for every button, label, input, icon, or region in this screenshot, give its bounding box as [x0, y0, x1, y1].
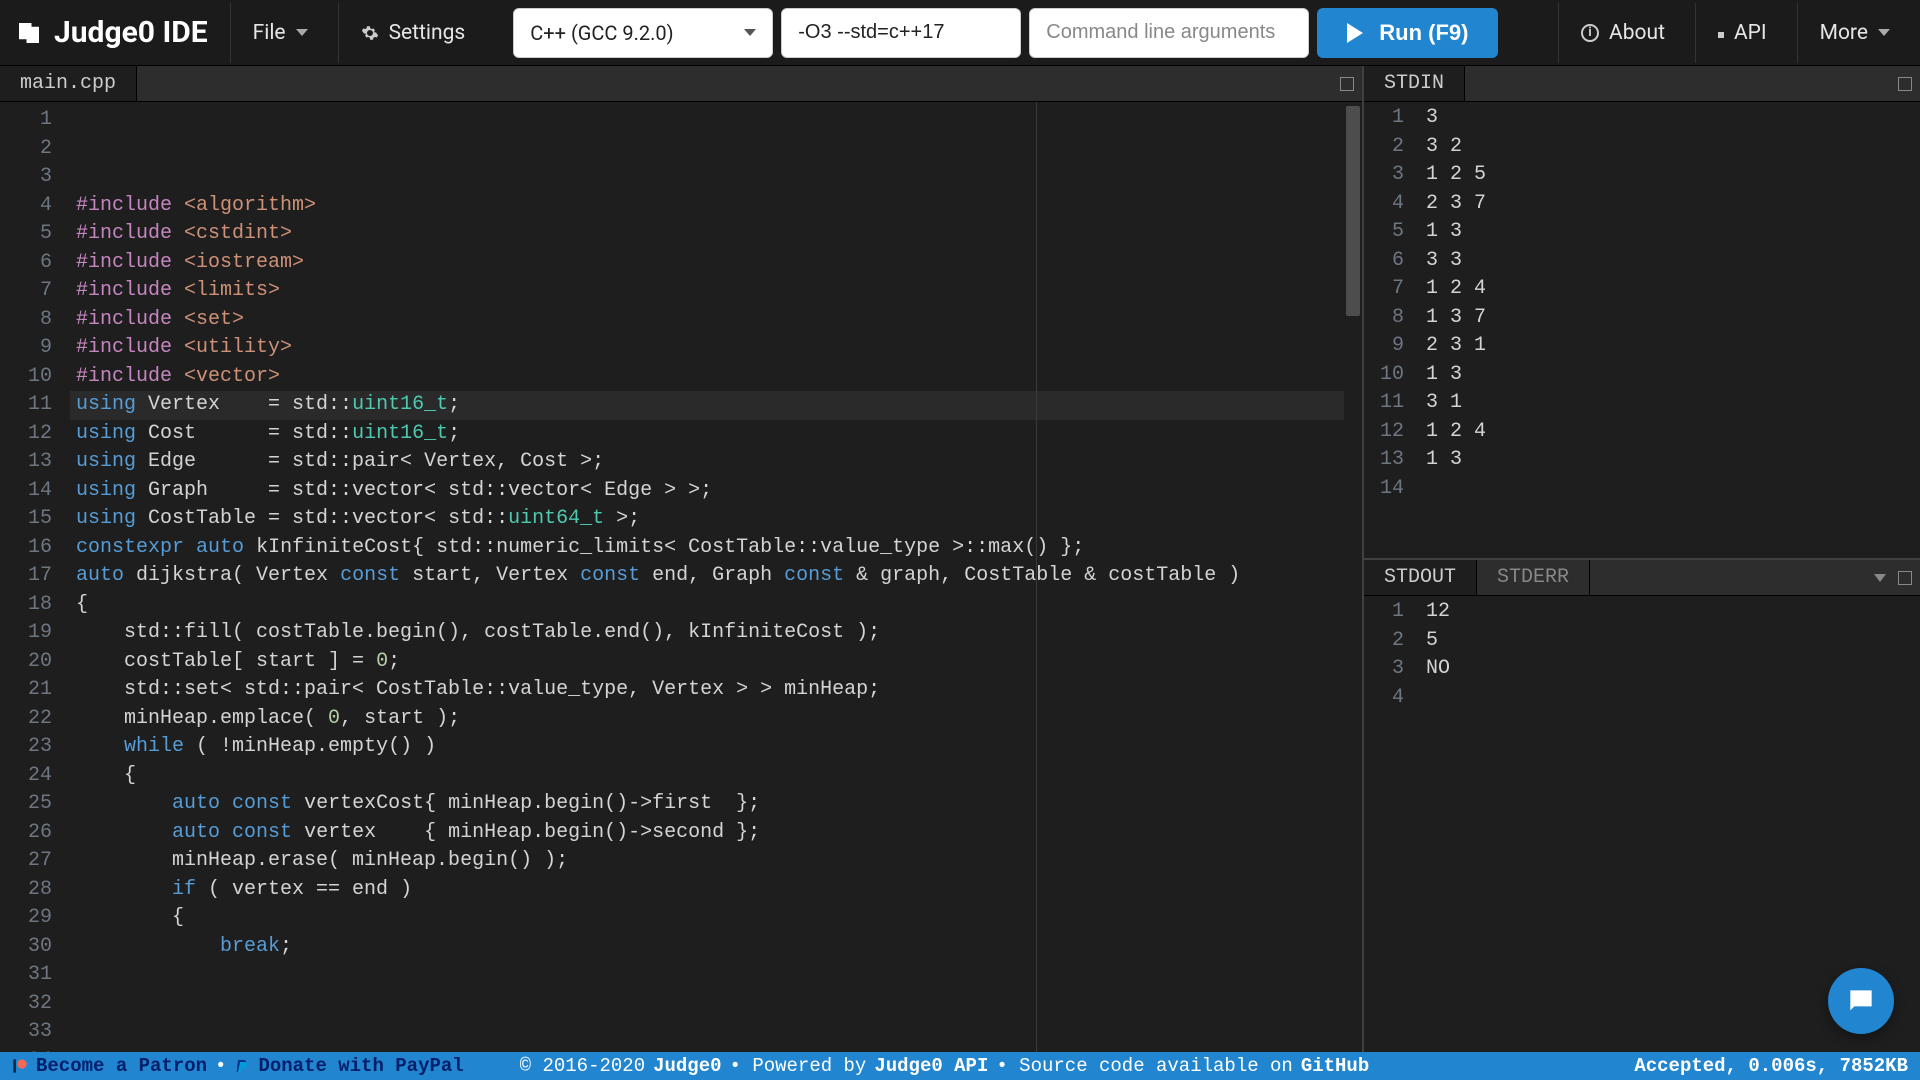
stdout-gutter: 1234 [1364, 596, 1418, 1052]
status-sep: • [215, 1055, 226, 1077]
more-menu[interactable]: More [1797, 3, 1912, 63]
caret-down-icon [296, 29, 308, 36]
stdin-text[interactable]: 33 21 2 52 3 71 33 31 2 41 3 72 3 11 33 … [1418, 102, 1920, 558]
judge0-logo-icon [14, 18, 44, 48]
tab-stdout[interactable]: STDOUT [1364, 560, 1477, 595]
judge0-api-link[interactable]: Judge0 API [874, 1055, 988, 1077]
run-button-label: Run (F9) [1379, 20, 1468, 46]
logo[interactable]: Judge0 IDE [8, 15, 222, 50]
settings-menu-label: Settings [389, 21, 466, 45]
tab-stdin[interactable]: STDIN [1364, 66, 1465, 101]
paypal-icon [234, 1058, 250, 1074]
copyright-text: © 2016-2020 [520, 1055, 645, 1077]
run-button[interactable]: Run (F9) [1317, 8, 1498, 58]
stdin-pane-controls [1890, 66, 1920, 101]
stdin-gutter: 1234567891011121314 [1364, 102, 1418, 558]
source-text: • Source code available on [996, 1055, 1292, 1077]
tab-stderr[interactable]: STDERR [1477, 560, 1590, 595]
api-menu-label: API [1734, 21, 1767, 45]
tab-stdout-label: STDOUT [1384, 566, 1456, 589]
play-icon [1347, 23, 1363, 43]
stdout-tab-strip: STDOUT STDERR [1364, 560, 1920, 596]
stdin-editor[interactable]: 1234567891011121314 33 21 2 52 3 71 33 3… [1364, 102, 1920, 558]
collapse-pane-icon[interactable] [1874, 574, 1886, 582]
patron-link[interactable]: Become a Patron [36, 1055, 207, 1077]
about-menu-label: About [1609, 21, 1665, 45]
editor-pane-controls [1332, 66, 1362, 101]
judge0-link[interactable]: Judge0 [653, 1055, 721, 1077]
editor-ruler [1036, 102, 1037, 1052]
maximize-pane-icon[interactable] [1898, 571, 1912, 585]
maximize-pane-icon[interactable] [1898, 77, 1912, 91]
info-icon: i [1581, 24, 1599, 42]
stdout-pane-controls [1866, 560, 1920, 595]
main-area: main.cpp 1234567891011121314151617181920… [0, 66, 1920, 1052]
cli-args-input[interactable] [1029, 8, 1309, 58]
editor-gutter: 1234567891011121314151617181920212223242… [0, 102, 70, 1052]
patreon-icon [12, 1058, 28, 1074]
editor-body[interactable]: #include <algorithm>#include <cstdint>#i… [70, 102, 1344, 1052]
powered-text: • Powered by [730, 1055, 867, 1077]
scrollbar-thumb[interactable] [1346, 106, 1360, 316]
chat-icon [1845, 985, 1877, 1017]
gear-icon [361, 24, 379, 42]
file-menu-label: File [253, 21, 286, 45]
language-select-value: C++ (GCC 9.2.0) [530, 21, 673, 45]
editor-tab-main[interactable]: main.cpp [0, 66, 137, 101]
api-icon [1718, 32, 1724, 34]
settings-menu[interactable]: Settings [338, 3, 488, 63]
tab-stderr-label: STDERR [1497, 566, 1569, 589]
file-menu[interactable]: File [230, 3, 330, 63]
status-bar: Become a Patron • Donate with PayPal © 2… [0, 1052, 1920, 1080]
editor-tab-label: main.cpp [20, 72, 116, 95]
tab-stdin-label: STDIN [1384, 72, 1444, 95]
chevron-down-icon [744, 29, 756, 36]
caret-down-icon [1878, 29, 1890, 36]
editor-scrollbar[interactable] [1344, 102, 1362, 1052]
code-editor[interactable]: 1234567891011121314151617181920212223242… [0, 102, 1362, 1052]
editor-tab-strip: main.cpp [0, 66, 1362, 102]
io-pane: STDIN 1234567891011121314 33 21 2 52 3 7… [1362, 66, 1920, 1052]
top-bar: Judge0 IDE File Settings C++ (GCC 9.2.0)… [0, 0, 1920, 66]
maximize-pane-icon[interactable] [1340, 77, 1354, 91]
chat-fab[interactable] [1828, 968, 1894, 1034]
brand-text: Judge0 IDE [54, 15, 208, 50]
stdin-tab-strip: STDIN [1364, 66, 1920, 102]
stdin-pane: STDIN 1234567891011121314 33 21 2 52 3 7… [1364, 66, 1920, 558]
editor-pane: main.cpp 1234567891011121314151617181920… [0, 66, 1362, 1052]
more-menu-label: More [1820, 21, 1868, 45]
compiler-flags-input[interactable] [781, 8, 1021, 58]
api-menu[interactable]: API [1695, 3, 1789, 63]
language-select[interactable]: C++ (GCC 9.2.0) [513, 8, 773, 58]
about-menu[interactable]: i About [1558, 3, 1687, 63]
github-link[interactable]: GitHub [1301, 1055, 1369, 1077]
run-result: Accepted, 0.006s, 7852KB [1634, 1055, 1908, 1077]
paypal-link[interactable]: Donate with PayPal [258, 1055, 463, 1077]
